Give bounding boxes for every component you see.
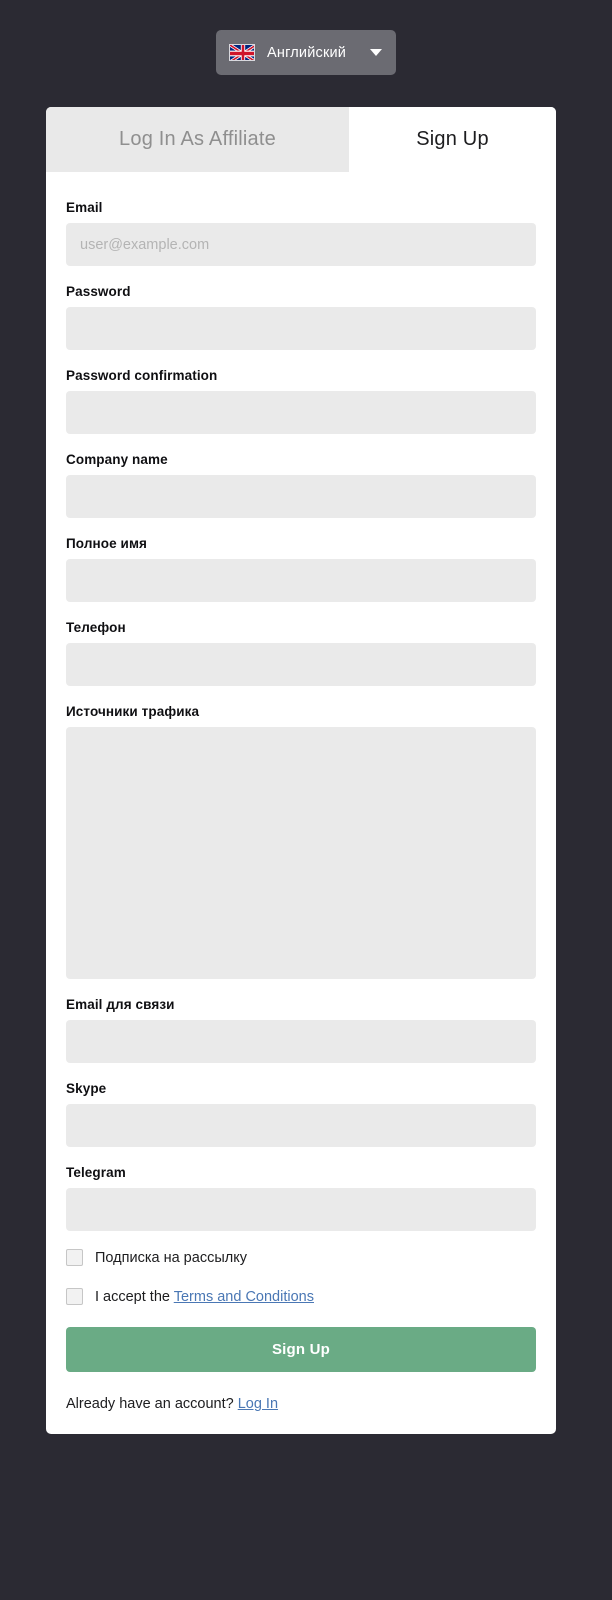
- auth-tabs: Log In As Affiliate Sign Up: [46, 107, 556, 172]
- label-email: Email: [66, 200, 103, 215]
- full-name-input[interactable]: [66, 559, 536, 602]
- field-skype: Skype: [66, 1073, 536, 1147]
- label-password: Password: [66, 284, 131, 299]
- phone-input[interactable]: [66, 643, 536, 686]
- uk-flag-icon: [229, 44, 255, 61]
- label-password-confirmation: Password confirmation: [66, 368, 218, 383]
- terms-and-conditions-link[interactable]: Terms and Conditions: [174, 1289, 314, 1305]
- traffic-sources-textarea[interactable]: [66, 727, 536, 979]
- label-company-name: Company name: [66, 452, 168, 467]
- newsletter-checkbox-label: Подписка на рассылку: [95, 1249, 247, 1266]
- label-skype: Skype: [66, 1081, 107, 1096]
- language-selector[interactable]: Английский: [216, 30, 396, 75]
- contact-email-input[interactable]: [66, 1020, 536, 1063]
- email-input[interactable]: user@example.com: [66, 223, 536, 266]
- terms-checkbox[interactable]: [66, 1288, 83, 1305]
- skype-input[interactable]: [66, 1104, 536, 1147]
- field-telegram: Telegram: [66, 1157, 536, 1231]
- language-selector-bar: Английский: [0, 0, 612, 75]
- company-name-input[interactable]: [66, 475, 536, 518]
- label-phone: Телефон: [66, 620, 126, 635]
- password-input[interactable]: [66, 307, 536, 350]
- newsletter-checkbox[interactable]: [66, 1249, 83, 1266]
- label-full-name: Полное имя: [66, 536, 148, 551]
- login-footer: Already have an account? Log In: [66, 1396, 536, 1412]
- email-placeholder: user@example.com: [80, 236, 210, 253]
- terms-checkbox-row[interactable]: I accept the Terms and Conditions: [66, 1288, 536, 1305]
- login-footer-text: Already have an account?: [66, 1396, 238, 1412]
- field-company-name: Company name: [66, 444, 536, 518]
- terms-prefix-text: I accept the: [95, 1288, 174, 1305]
- field-contact-email: Email для связи: [66, 989, 536, 1063]
- label-telegram: Telegram: [66, 1165, 126, 1180]
- field-traffic-sources: Источники трафика: [66, 696, 536, 979]
- field-phone: Телефон: [66, 612, 536, 686]
- sign-up-submit-button[interactable]: Sign Up: [66, 1327, 536, 1372]
- terms-checkbox-label: I accept the Terms and Conditions: [83, 1289, 314, 1305]
- signup-form: Email user@example.com Password Password…: [46, 172, 556, 1434]
- log-in-link[interactable]: Log In: [238, 1396, 278, 1412]
- label-traffic-sources: Источники трафика: [66, 704, 200, 719]
- newsletter-checkbox-row[interactable]: Подписка на рассылку: [66, 1249, 536, 1266]
- field-full-name: Полное имя: [66, 528, 536, 602]
- chevron-down-icon: [370, 49, 382, 56]
- field-password: Password: [66, 276, 536, 350]
- language-selector-label: Английский: [267, 44, 347, 61]
- auth-card: Log In As Affiliate Sign Up Email user@e…: [46, 107, 556, 1434]
- field-email: Email user@example.com: [66, 192, 536, 266]
- telegram-input[interactable]: [66, 1188, 536, 1231]
- tab-login-as-affiliate[interactable]: Log In As Affiliate: [46, 107, 349, 172]
- label-contact-email: Email для связи: [66, 997, 175, 1012]
- field-password-confirmation: Password confirmation: [66, 360, 536, 434]
- tab-sign-up[interactable]: Sign Up: [349, 107, 556, 172]
- password-confirmation-input[interactable]: [66, 391, 536, 434]
